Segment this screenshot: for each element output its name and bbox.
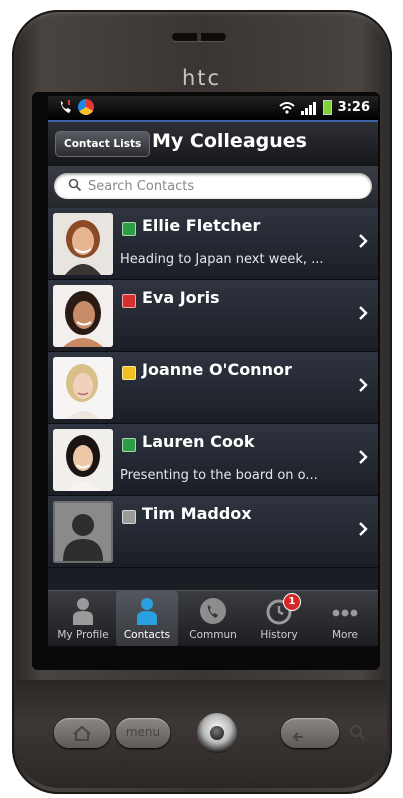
hardware-search-button[interactable] xyxy=(318,718,380,748)
bottom-tab-bar: My Profile Contacts Commun 1 History Mor… xyxy=(48,590,378,646)
battery-icon xyxy=(322,100,332,115)
status-bar: 3:26 xyxy=(48,96,378,120)
contact-row-eva-joris[interactable]: Eva Joris xyxy=(48,280,378,352)
avatar xyxy=(53,213,113,275)
missed-call-icon xyxy=(60,100,71,113)
avatar xyxy=(53,357,113,419)
contact-row-joanne-oconnor[interactable]: Joanne O'Connor xyxy=(48,352,378,424)
history-badge: 1 xyxy=(283,593,301,611)
search-input[interactable] xyxy=(88,173,358,199)
tab-more[interactable]: More xyxy=(314,591,376,646)
tab-my-profile[interactable]: My Profile xyxy=(52,591,114,646)
contact-status-message: Presenting to the board on o... xyxy=(120,468,318,483)
contact-row-ellie-fletcher[interactable]: Ellie Fletcher Heading to Japan next wee… xyxy=(48,208,378,280)
wifi-icon xyxy=(279,101,295,114)
presence-indicator xyxy=(122,294,136,308)
back-arrow-icon xyxy=(292,732,303,742)
presence-indicator xyxy=(122,222,136,236)
home-icon xyxy=(73,725,91,741)
trackball[interactable] xyxy=(197,713,237,753)
chevron-right-icon xyxy=(359,522,368,536)
chevron-right-icon xyxy=(359,234,368,248)
menu-label: menu xyxy=(125,725,161,739)
app-screen: 3:26 Contact Lists My Colleagues Search … xyxy=(48,96,378,646)
signal-icon xyxy=(300,100,317,115)
contacts-icon xyxy=(137,598,157,625)
status-right: 3:26 xyxy=(279,100,370,115)
app-notification-icon xyxy=(78,99,94,115)
tab-label: More xyxy=(331,629,359,641)
hardware-menu-button[interactable]: menu xyxy=(116,718,170,748)
contact-lists-button[interactable]: Contact Lists xyxy=(55,131,151,157)
tab-communications[interactable]: Commun xyxy=(182,591,244,646)
phone-icon xyxy=(200,598,226,624)
presence-indicator xyxy=(122,366,136,380)
tab-label: History xyxy=(260,629,298,641)
presence-indicator xyxy=(122,438,136,452)
chevron-right-icon xyxy=(359,378,368,392)
tab-label: Commun xyxy=(189,629,237,641)
search-bar xyxy=(48,166,378,208)
page-title: My Colleagues xyxy=(152,130,307,152)
contact-name: Eva Joris xyxy=(142,288,220,307)
person-icon xyxy=(73,598,93,625)
contact-row-lauren-cook[interactable]: Lauren Cook Presenting to the board on o… xyxy=(48,424,378,496)
tab-label: My Profile xyxy=(57,629,109,641)
contact-name: Ellie Fletcher xyxy=(142,216,261,235)
title-bar: Contact Lists My Colleagues xyxy=(48,120,378,166)
more-icon xyxy=(332,609,358,617)
contact-status-message: Heading to Japan next week, ... xyxy=(120,252,324,267)
notification-icons xyxy=(58,99,94,115)
contact-name: Tim Maddox xyxy=(142,504,252,523)
tab-contacts[interactable]: Contacts xyxy=(116,591,178,646)
brand-logo: htc xyxy=(181,66,222,90)
avatar xyxy=(53,429,113,491)
hardware-home-button[interactable] xyxy=(54,718,110,748)
chevron-right-icon xyxy=(359,450,368,464)
search-field[interactable] xyxy=(54,173,372,199)
contact-name: Joanne O'Connor xyxy=(142,360,292,379)
avatar xyxy=(53,285,113,347)
chevron-right-icon xyxy=(359,306,368,320)
contact-name: Lauren Cook xyxy=(142,432,255,451)
search-hw-icon xyxy=(350,725,365,740)
contact-row-tim-maddox[interactable]: Tim Maddox xyxy=(48,496,378,568)
presence-indicator xyxy=(122,510,136,524)
avatar-placeholder xyxy=(53,501,113,563)
status-time: 3:26 xyxy=(337,100,370,115)
tab-history[interactable]: 1 History xyxy=(248,591,310,646)
tab-label: Contacts xyxy=(123,629,171,641)
earpiece-speaker xyxy=(172,33,226,41)
search-icon xyxy=(68,178,82,192)
